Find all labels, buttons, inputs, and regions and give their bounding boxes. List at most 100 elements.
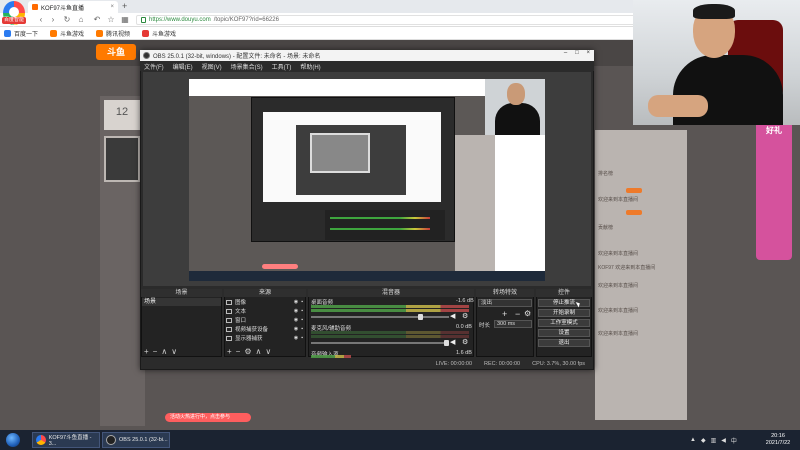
remove-icon[interactable]: − [153, 347, 158, 356]
lock-icon[interactable]: ▪ [301, 317, 303, 323]
obs-logo-icon [143, 52, 150, 59]
volume-slider-handle[interactable] [444, 340, 449, 346]
source-item[interactable]: 窗口 ◉ ▪ [226, 316, 304, 324]
home-icon[interactable]: ⌂ [76, 14, 86, 25]
start-recording-button[interactable]: 开始录制 [538, 309, 590, 317]
chat-line: KOF97 欢迎来到本直播间 [598, 265, 656, 271]
menu-file[interactable]: 文件(F) [144, 62, 164, 71]
promo-banner[interactable] [756, 120, 792, 260]
douyu-favicon-icon [32, 4, 38, 10]
gear-icon[interactable]: ⚙ [244, 347, 251, 356]
new-tab-button[interactable]: + [122, 2, 132, 12]
address-bar[interactable]: https://www.douyu.com/topic/KOF97?rid=66… [136, 15, 656, 25]
lock-icon[interactable]: ▪ [301, 335, 303, 341]
visibility-eye-icon[interactable]: ◉ [294, 335, 298, 341]
settings-button[interactable]: 设置 [538, 329, 590, 337]
clock-date: 2021/7/22 [765, 440, 791, 446]
bookmark-item[interactable]: 百度一下 [4, 29, 38, 38]
site-logo[interactable]: 斗鱼 [96, 44, 136, 60]
exit-button[interactable]: 退出 [538, 339, 590, 347]
scene-list-item[interactable]: 场景 [142, 298, 221, 306]
monitor-source-icon [226, 335, 232, 341]
lock-icon[interactable]: ▪ [301, 308, 303, 314]
refresh-icon[interactable]: ↻ [62, 14, 72, 25]
system-clock[interactable]: 20:16 2021/7/22 [760, 433, 796, 447]
chat-badge [626, 210, 642, 215]
forward-icon[interactable]: › [48, 14, 58, 25]
visibility-eye-icon[interactable]: ◉ [294, 308, 298, 314]
taskbar-item-obs[interactable]: OBS 25.0.1 (32-bi... [102, 432, 170, 448]
add-icon[interactable]: + [144, 347, 149, 356]
rec-timer: REC: 00:00:00 [484, 360, 521, 367]
move-down-icon[interactable]: ∨ [265, 347, 271, 356]
gear-icon[interactable]: ⚙ [462, 312, 468, 320]
lock-icon[interactable]: ▪ [301, 299, 303, 305]
browser-logo[interactable]: 百度智能云 [2, 1, 26, 30]
add-icon[interactable]: + [227, 347, 232, 356]
back-icon[interactable]: ‹ [36, 14, 46, 25]
rank-card[interactable]: 12 [104, 100, 140, 130]
remove-icon[interactable]: − [515, 309, 520, 319]
input-method-icon[interactable]: 中 [731, 436, 737, 445]
source-item[interactable]: 视频捕获设备 ◉ ▪ [226, 325, 304, 333]
move-up-icon[interactable]: ∧ [161, 347, 167, 356]
menu-edit[interactable]: 编辑(E) [173, 62, 193, 71]
bookmark-item[interactable]: 腾讯视频 [96, 29, 130, 38]
volume-slider-handle[interactable] [418, 314, 423, 320]
taskbar-item-browser[interactable]: KOF97斗鱼直播 - 3... [32, 432, 100, 448]
undo-icon[interactable]: ↶ [92, 14, 102, 25]
star-icon[interactable]: ☆ [106, 14, 116, 25]
source-item[interactable]: 显示器捕获 ◉ ▪ [226, 334, 304, 342]
audio-meter [311, 305, 469, 308]
move-down-icon[interactable]: ∨ [171, 347, 177, 356]
lock-icon[interactable]: ▪ [301, 326, 303, 332]
security-icon[interactable]: ◆ [701, 437, 706, 444]
source-item[interactable]: 图像 ◉ ▪ [226, 298, 304, 306]
visibility-eye-icon[interactable]: ◉ [294, 326, 298, 332]
scenes-dock-title: 场景 [141, 289, 222, 297]
browser-tab[interactable]: KOF97斗鱼直播 × [28, 1, 118, 13]
transition-select[interactable]: 淡出 [478, 299, 532, 307]
move-up-icon[interactable]: ∧ [256, 347, 262, 356]
volume-slider[interactable] [311, 342, 449, 344]
menu-help[interactable]: 帮助(H) [300, 62, 320, 71]
system-tray: ▲ ◆ ▥ ◀ 中 [690, 434, 760, 446]
douyu-icon [50, 29, 58, 37]
video-icon [96, 29, 104, 37]
add-icon[interactable]: + [502, 309, 507, 319]
maximize-icon[interactable]: □ [575, 50, 579, 61]
remove-icon[interactable]: − [236, 347, 241, 356]
obs-status-bar: LIVE: 00:00:00 REC: 00:00:00 CPU: 3.7%, … [141, 358, 593, 369]
menu-tools[interactable]: 工具(T) [272, 62, 292, 71]
stop-streaming-button[interactable]: 停止推流 [538, 299, 590, 307]
close-tab-icon[interactable]: × [110, 4, 114, 10]
source-item[interactable]: 文本 ◉ ▪ [226, 307, 304, 315]
ad-bar[interactable]: 活动火热进行中，点击参与 [165, 413, 251, 422]
nested-audio-meter [330, 217, 430, 219]
grid-icon[interactable]: ▦ [120, 14, 130, 25]
speaker-icon[interactable]: ◀ [450, 338, 455, 346]
volume-icon[interactable]: ◀ [721, 437, 726, 444]
webcam-feed [633, 0, 800, 125]
volume-slider[interactable] [311, 316, 449, 318]
menu-view[interactable]: 视图(V) [202, 62, 222, 71]
network-icon[interactable]: ▥ [711, 437, 717, 444]
tray-arrow-icon[interactable]: ▲ [690, 437, 696, 443]
gear-icon[interactable]: ⚙ [524, 309, 531, 318]
scenes-toolbar: + − ∧ ∨ [144, 345, 177, 357]
bookmark-item[interactable]: 斗鱼游戏 [142, 29, 176, 38]
visibility-eye-icon[interactable]: ◉ [294, 317, 298, 323]
browser-icon [36, 435, 46, 445]
stream-thumbnail[interactable] [104, 136, 140, 182]
close-icon[interactable]: × [587, 50, 591, 61]
audio-meter [311, 309, 469, 312]
bookmark-item[interactable]: 斗鱼游戏 [50, 29, 84, 38]
visibility-eye-icon[interactable]: ◉ [294, 299, 298, 305]
studio-mode-button[interactable]: 工作室模式 [538, 319, 590, 327]
gear-icon[interactable]: ⚙ [462, 338, 468, 346]
lock-icon [141, 17, 146, 23]
menu-scene-collection[interactable]: 场景集合(S) [231, 62, 263, 71]
duration-input[interactable]: 300 ms [494, 320, 532, 328]
speaker-icon[interactable]: ◀ [450, 312, 455, 320]
minimize-icon[interactable]: – [564, 50, 567, 61]
